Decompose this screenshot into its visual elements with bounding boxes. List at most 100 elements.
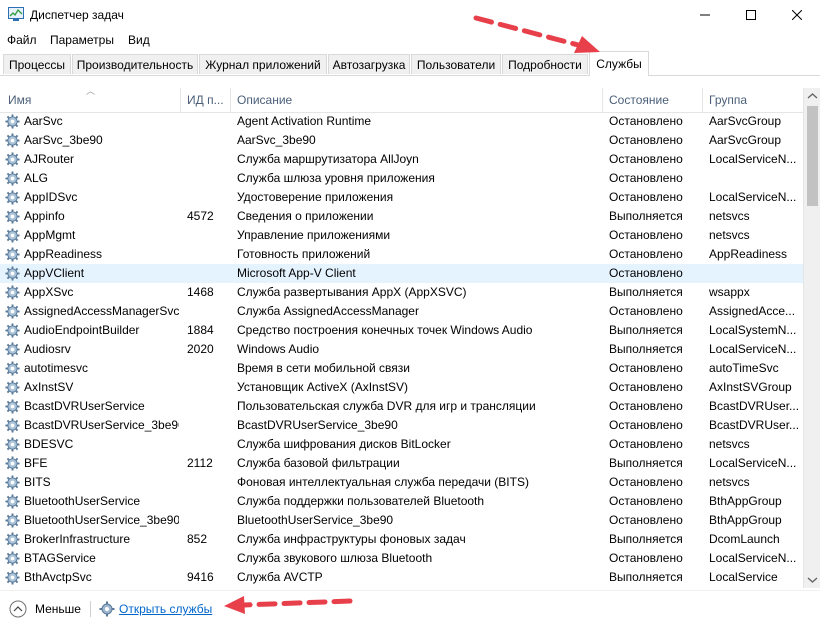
- service-group: AarSvcGroup: [709, 114, 782, 128]
- service-name: BcastDVRUserService_3be90: [24, 418, 179, 432]
- service-gear-icon: [5, 418, 20, 433]
- table-row[interactable]: AarSvc Agent Activation Runtime Остановлен…: [0, 112, 803, 131]
- service-name: AudioEndpointBuilder: [24, 323, 140, 337]
- table-row[interactable]: BcastDVRUserService Пользовательская служ…: [0, 397, 803, 416]
- tab-app-history[interactable]: Журнал приложений: [199, 54, 327, 74]
- table-row[interactable]: BFE 2112 Служба базовой фильтрации Выполняе…: [0, 454, 803, 473]
- menu-options[interactable]: Параметры: [50, 33, 114, 47]
- menu-view[interactable]: Вид: [128, 33, 150, 47]
- column-header-group[interactable]: Группа: [703, 88, 803, 112]
- service-name: BcastDVRUserService: [24, 399, 145, 413]
- service-status: Остановлено: [609, 399, 683, 413]
- service-gear-icon: [5, 114, 20, 129]
- service-group: netsvcs: [709, 228, 750, 242]
- service-group: LocalServiceN...: [709, 152, 797, 166]
- service-pid: [187, 112, 231, 131]
- table-row[interactable]: AxInstSV Установщик ActiveX (AxInstSV) Ост…: [0, 378, 803, 397]
- service-status: Остановлено: [609, 152, 683, 166]
- table-row[interactable]: AJRouter Служба маршрутизатора AllJoyn Ост…: [0, 150, 803, 169]
- service-description: Служба шифрования дисков BitLocker: [237, 437, 451, 451]
- service-description: Служба AssignedAccessManager: [237, 304, 419, 318]
- menu-file[interactable]: Файл: [7, 33, 37, 47]
- table-row[interactable]: autotimesvc Время в сети мобильной связи О…: [0, 359, 803, 378]
- scroll-up-icon[interactable]: [804, 88, 820, 105]
- table-row[interactable]: BDESVC Служба шифрования дисков BitLocker…: [0, 435, 803, 454]
- service-group: [709, 169, 801, 188]
- table-row[interactable]: AudioEndpointBuilder 1884 Средство построе…: [0, 321, 803, 340]
- service-status: Остановлено: [609, 361, 683, 375]
- service-pid: [187, 378, 231, 397]
- table-row[interactable]: BluetoothUserService Служба поддержки пол…: [0, 492, 803, 511]
- tab-performance[interactable]: Производительность: [72, 54, 198, 74]
- service-group: AppReadiness: [709, 247, 788, 261]
- tab-users[interactable]: Пользователи: [411, 54, 501, 74]
- table-row[interactable]: BluetoothUserService_3be90 BluetoothUserS…: [0, 511, 803, 530]
- table-row[interactable]: AppIDSvc Удостоверение приложения Остановл…: [0, 188, 803, 207]
- table-row[interactable]: ALG Служба шлюза уровня приложения Останов…: [0, 169, 803, 188]
- table-row[interactable]: AppXSvc 1468 Служба развертывания AppX (Ap…: [0, 283, 803, 302]
- vertical-scrollbar[interactable]: [803, 88, 820, 588]
- service-description: Служба шлюза уровня приложения: [237, 171, 435, 185]
- table-row[interactable]: Audiosrv 2020 Windows Audio Выполняется Loca…: [0, 340, 803, 359]
- column-header-pid[interactable]: ИД п...: [181, 88, 231, 112]
- service-gear-icon: [5, 152, 20, 167]
- table-row[interactable]: BrokerInfrastructure 852 Служба инфраструк…: [0, 530, 803, 549]
- service-gear-icon: [5, 247, 20, 262]
- fewer-details-chevron-icon[interactable]: [9, 600, 27, 618]
- scrollbar-thumb[interactable]: [807, 106, 818, 206]
- tab-services[interactable]: Службы: [589, 51, 649, 76]
- table-row[interactable]: BTAGService Служба звукового шлюза Blueto…: [0, 549, 803, 568]
- service-gear-icon: [5, 323, 20, 338]
- service-pid: [187, 150, 231, 169]
- service-group: LocalSystemN...: [709, 323, 797, 337]
- tab-startup[interactable]: Автозагрузка: [328, 54, 410, 74]
- table-row[interactable]: AppMgmt Управление приложениями Остановлен…: [0, 226, 803, 245]
- table-row[interactable]: AppVClient Microsoft App-V Client Остановл…: [0, 264, 803, 283]
- table-row[interactable]: BthAvctpSvc 9416 Служба AVCTP Выполняется Lo…: [0, 568, 803, 587]
- minimize-button[interactable]: [682, 0, 728, 30]
- column-header-description[interactable]: Описание: [231, 88, 603, 112]
- service-gear-icon: [5, 228, 20, 243]
- service-description: Управление приложениями: [237, 228, 391, 242]
- maximize-button[interactable]: [728, 0, 774, 30]
- service-status: Остановлено: [609, 513, 683, 527]
- service-description: Служба AVCTP: [237, 570, 323, 584]
- service-group: BcastDVRUser...: [709, 418, 800, 432]
- service-group: netsvcs: [709, 209, 750, 223]
- table-row[interactable]: Appinfo 4572 Сведения о приложении Выполняе…: [0, 207, 803, 226]
- service-pid: [187, 245, 231, 264]
- service-gear-icon: [5, 304, 20, 319]
- service-gear-icon: [5, 380, 20, 395]
- service-status: Выполняется: [609, 456, 683, 470]
- table-row[interactable]: AarSvc_3be90 AarSvc_3be90 Остановлено AarSv…: [0, 131, 803, 150]
- service-name: Audiosrv: [24, 342, 71, 356]
- fewer-details-button[interactable]: Меньше: [35, 602, 81, 616]
- service-description: Служба поддержки пользователей Bluetooth: [237, 494, 485, 508]
- service-name: Appinfo: [24, 209, 65, 223]
- service-pid: [187, 131, 231, 150]
- service-gear-icon: [5, 133, 20, 148]
- service-name: AppXSvc: [24, 285, 74, 299]
- scroll-down-icon[interactable]: [804, 571, 820, 588]
- service-group: BcastDVRUser...: [709, 399, 800, 413]
- open-services-link[interactable]: Открыть службы: [119, 602, 212, 616]
- service-gear-icon: [5, 551, 20, 566]
- table-row[interactable]: BITS Фоновая интеллектуальная служба пере…: [0, 473, 803, 492]
- table-row[interactable]: AppReadiness Готовность приложений Останов…: [0, 245, 803, 264]
- service-name: BluetoothUserService: [24, 494, 141, 508]
- close-button[interactable]: [774, 0, 820, 30]
- column-header-status[interactable]: Состояние: [603, 88, 703, 112]
- service-name: AppVClient: [24, 266, 85, 280]
- service-name: AJRouter: [24, 152, 75, 166]
- table-row[interactable]: AssignedAccessManagerSvc Служба AssignedA…: [0, 302, 803, 321]
- column-header-name[interactable]: Имя: [0, 88, 181, 112]
- tab-processes[interactable]: Процессы: [3, 54, 71, 74]
- service-pid: 2112: [187, 456, 213, 470]
- table-row[interactable]: BcastDVRUserService_3be90 BcastDVRUserSer…: [0, 416, 803, 435]
- service-description: Сведения о приложении: [237, 209, 374, 223]
- service-description: Windows Audio: [237, 342, 320, 356]
- tab-details[interactable]: Подробности: [502, 54, 588, 74]
- service-pid: 1468: [187, 285, 214, 299]
- service-description: Служба маршрутизатора AllJoyn: [237, 152, 419, 166]
- service-pid: [187, 188, 231, 207]
